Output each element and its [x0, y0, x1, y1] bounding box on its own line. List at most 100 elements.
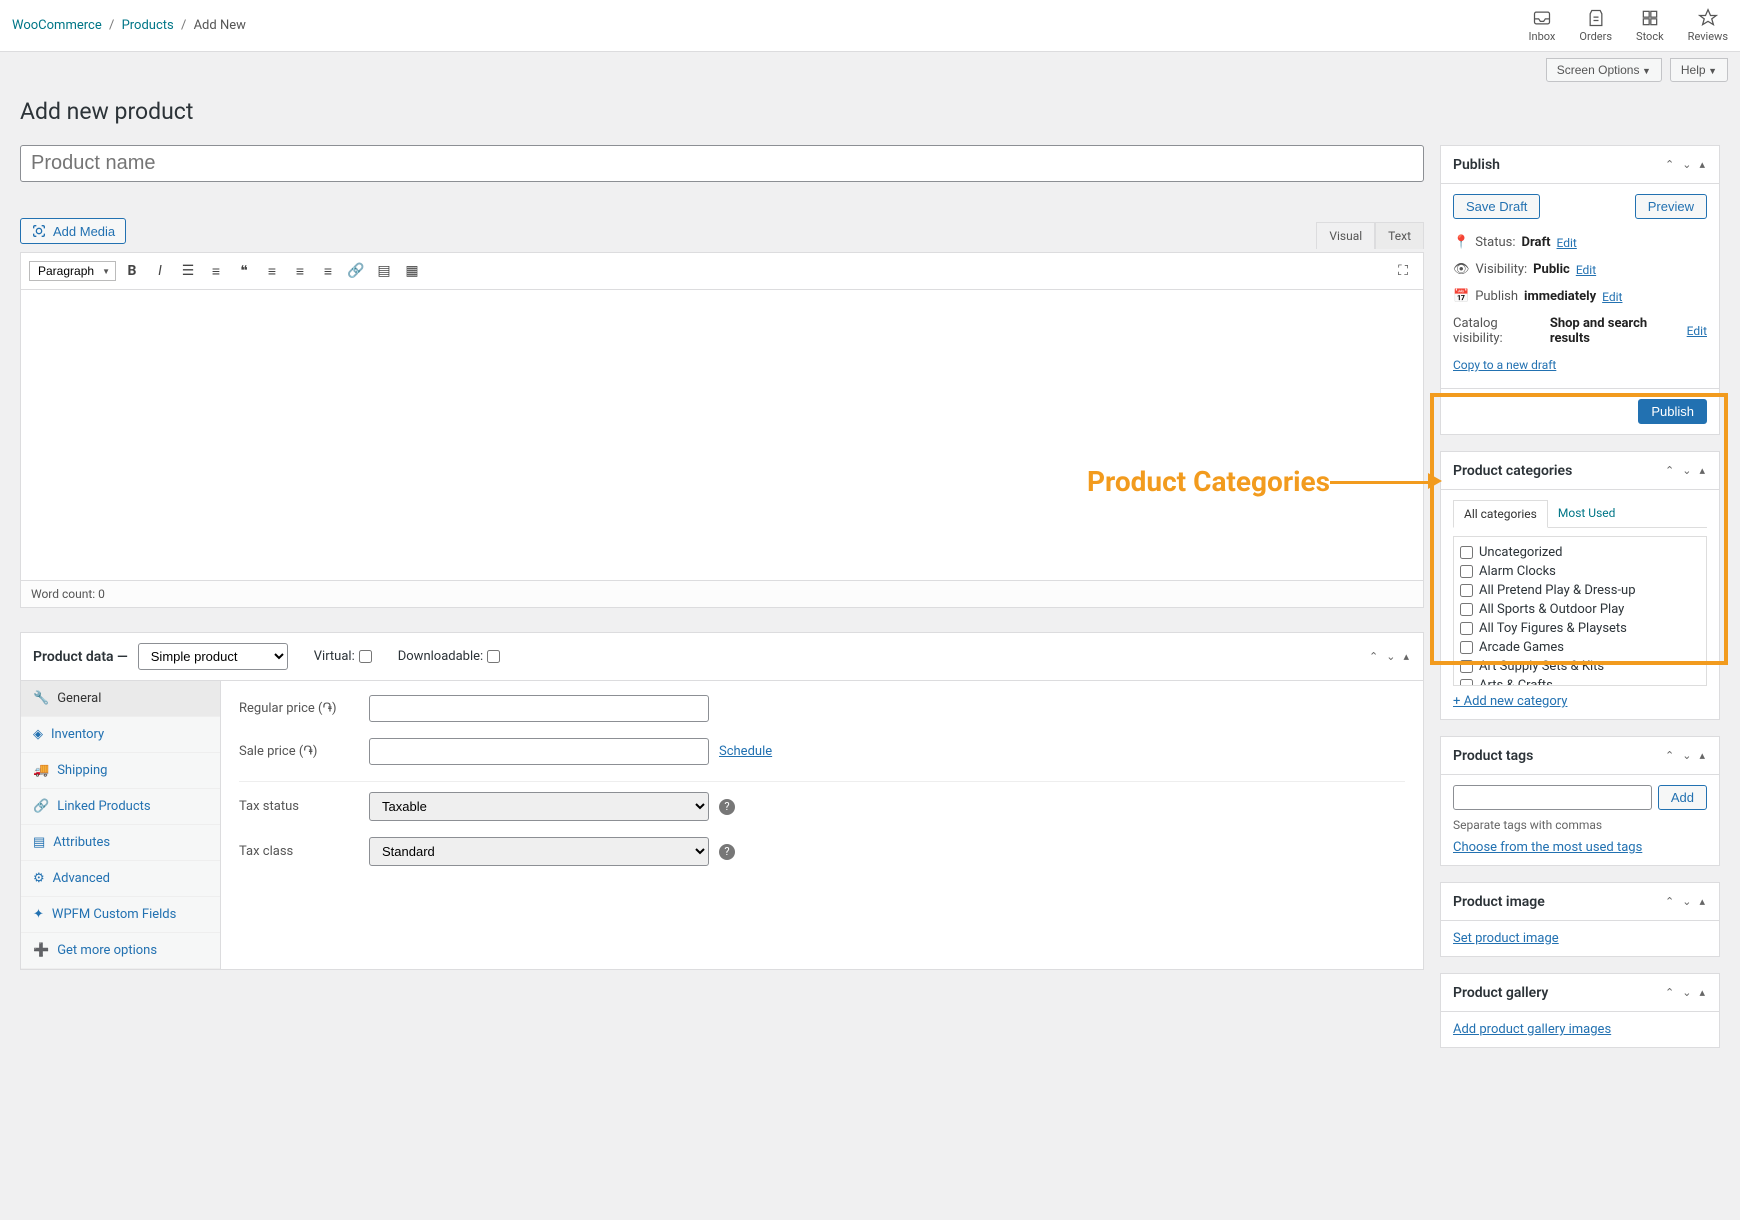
copy-draft-link[interactable]: Copy to a new draft: [1453, 358, 1556, 372]
sort-icon[interactable]: ▴: [1697, 462, 1707, 479]
category-item[interactable]: Arcade Games: [1460, 638, 1700, 657]
sort-icon[interactable]: ▴: [1697, 747, 1707, 764]
regular-price-input[interactable]: [369, 695, 709, 722]
cat-tab-all[interactable]: All categories: [1453, 500, 1548, 528]
editor-tab-visual[interactable]: Visual: [1316, 222, 1375, 249]
product-categories-box: Product categories ⌃⌄▴ All categories Mo…: [1440, 451, 1720, 720]
chevron-up-icon[interactable]: ⌃: [1663, 984, 1676, 1001]
category-item[interactable]: Uncategorized: [1460, 543, 1700, 562]
product-type-select[interactable]: Simple product: [138, 643, 288, 670]
format-select[interactable]: Paragraph: [29, 261, 116, 281]
sort-icon[interactable]: ▴: [1697, 893, 1707, 910]
tag-hint: Separate tags with commas: [1453, 818, 1707, 832]
chevron-down-icon[interactable]: ⌄: [1680, 893, 1693, 910]
virtual-checkbox[interactable]: Virtual:: [314, 649, 372, 664]
chevron-up-icon[interactable]: ⌃: [1367, 648, 1380, 665]
category-item[interactable]: All Pretend Play & Dress-up: [1460, 581, 1700, 600]
category-item[interactable]: All Sports & Outdoor Play: [1460, 600, 1700, 619]
topnav-orders[interactable]: Orders: [1579, 8, 1612, 43]
quote-button[interactable]: ❝: [232, 259, 256, 283]
save-draft-button[interactable]: Save Draft: [1453, 194, 1540, 219]
chevron-up-icon[interactable]: ⌃: [1663, 747, 1676, 764]
category-item[interactable]: Arts & Crafts: [1460, 676, 1700, 686]
preview-button[interactable]: Preview: [1635, 194, 1707, 219]
inventory-icon: ◈: [33, 727, 43, 742]
toolbar-toggle-button[interactable]: ▦: [400, 259, 424, 283]
publish-title: Publish: [1453, 157, 1500, 173]
edit-catalog-link[interactable]: Edit: [1687, 324, 1707, 338]
tax-class-select[interactable]: Standard: [369, 837, 709, 866]
topnav-stock[interactable]: Stock: [1636, 8, 1664, 43]
cat-tab-most[interactable]: Most Used: [1548, 500, 1626, 527]
help-icon[interactable]: ?: [719, 844, 735, 860]
schedule-link[interactable]: Schedule: [719, 744, 772, 759]
help-icon[interactable]: ?: [719, 799, 735, 815]
category-item[interactable]: Art Supply Sets & Kits: [1460, 657, 1700, 676]
tab-inventory[interactable]: ◈Inventory: [21, 717, 220, 753]
tab-linked[interactable]: 🔗Linked Products: [21, 789, 220, 825]
chevron-down-icon[interactable]: ⌄: [1680, 156, 1693, 173]
set-image-link[interactable]: Set product image: [1453, 931, 1559, 946]
align-center-button[interactable]: ≡: [288, 259, 312, 283]
sort-icon[interactable]: ▴: [1697, 156, 1707, 173]
reviews-icon: [1698, 8, 1718, 28]
editor-tab-text[interactable]: Text: [1375, 222, 1424, 249]
publish-button[interactable]: Publish: [1638, 399, 1707, 424]
category-item[interactable]: Alarm Clocks: [1460, 562, 1700, 581]
tags-title: Product tags: [1453, 748, 1533, 764]
tab-more[interactable]: ➕Get more options: [21, 933, 220, 969]
tab-general[interactable]: 🔧General: [21, 681, 220, 717]
breadcrumb-products[interactable]: Products: [122, 18, 174, 33]
chevron-up-icon[interactable]: ⌃: [1663, 156, 1676, 173]
chevron-down-icon[interactable]: ⌄: [1384, 648, 1397, 665]
chevron-up-icon[interactable]: ⌃: [1663, 893, 1676, 910]
align-left-button[interactable]: ≡: [260, 259, 284, 283]
topnav-reviews[interactable]: Reviews: [1688, 8, 1728, 43]
editor-content[interactable]: [21, 290, 1423, 580]
add-media-button[interactable]: Add Media: [20, 218, 126, 244]
edit-status-link[interactable]: Edit: [1557, 236, 1577, 250]
tab-shipping[interactable]: 🚚Shipping: [21, 753, 220, 789]
more-button[interactable]: ▤: [372, 259, 396, 283]
eye-icon: 👁: [1453, 262, 1470, 277]
sort-icon[interactable]: ▴: [1697, 984, 1707, 1001]
screen-options-button[interactable]: Screen Options: [1546, 58, 1662, 82]
tab-wpfm[interactable]: ✦WPFM Custom Fields: [21, 897, 220, 933]
breadcrumb-root[interactable]: WooCommerce: [12, 18, 102, 33]
chevron-down-icon[interactable]: ⌄: [1680, 984, 1693, 1001]
link-icon: 🔗: [33, 799, 49, 814]
product-title-input[interactable]: [20, 145, 1424, 182]
tax-status-label: Tax status: [239, 799, 369, 814]
chevron-down-icon[interactable]: ⌄: [1680, 747, 1693, 764]
downloadable-checkbox[interactable]: Downloadable:: [398, 649, 500, 664]
tab-advanced[interactable]: ⚙Advanced: [21, 861, 220, 897]
chevron-up-icon[interactable]: ⌃: [1663, 462, 1676, 479]
align-right-button[interactable]: ≡: [316, 259, 340, 283]
word-count: Word count: 0: [21, 580, 1423, 607]
help-button[interactable]: Help: [1670, 58, 1728, 82]
attributes-icon: ▤: [33, 835, 45, 850]
breadcrumb: WooCommerce / Products / Add New: [12, 18, 246, 33]
choose-tags-link[interactable]: Choose from the most used tags: [1453, 840, 1642, 855]
add-tag-button[interactable]: Add: [1658, 785, 1707, 810]
chevron-down-icon[interactable]: ⌄: [1680, 462, 1693, 479]
tax-status-select[interactable]: Taxable: [369, 792, 709, 821]
add-category-link[interactable]: + Add new category: [1453, 694, 1707, 709]
fullscreen-button[interactable]: ⛶: [1391, 259, 1415, 283]
tab-attributes[interactable]: ▤Attributes: [21, 825, 220, 861]
category-list[interactable]: Uncategorized Alarm Clocks All Pretend P…: [1453, 536, 1707, 686]
sort-icon[interactable]: ▴: [1401, 648, 1411, 665]
link-button[interactable]: 🔗: [344, 259, 368, 283]
arrow-line: [1330, 481, 1430, 484]
tag-input[interactable]: [1453, 785, 1652, 810]
bullet-list-button[interactable]: ☰: [176, 259, 200, 283]
sale-price-input[interactable]: [369, 738, 709, 765]
edit-publish-link[interactable]: Edit: [1602, 290, 1622, 304]
category-item[interactable]: All Toy Figures & Playsets: [1460, 619, 1700, 638]
edit-visibility-link[interactable]: Edit: [1576, 263, 1596, 277]
italic-button[interactable]: I: [148, 259, 172, 283]
topnav-inbox[interactable]: Inbox: [1529, 8, 1556, 43]
bold-button[interactable]: B: [120, 259, 144, 283]
number-list-button[interactable]: ≡: [204, 259, 228, 283]
add-gallery-link[interactable]: Add product gallery images: [1453, 1022, 1611, 1037]
